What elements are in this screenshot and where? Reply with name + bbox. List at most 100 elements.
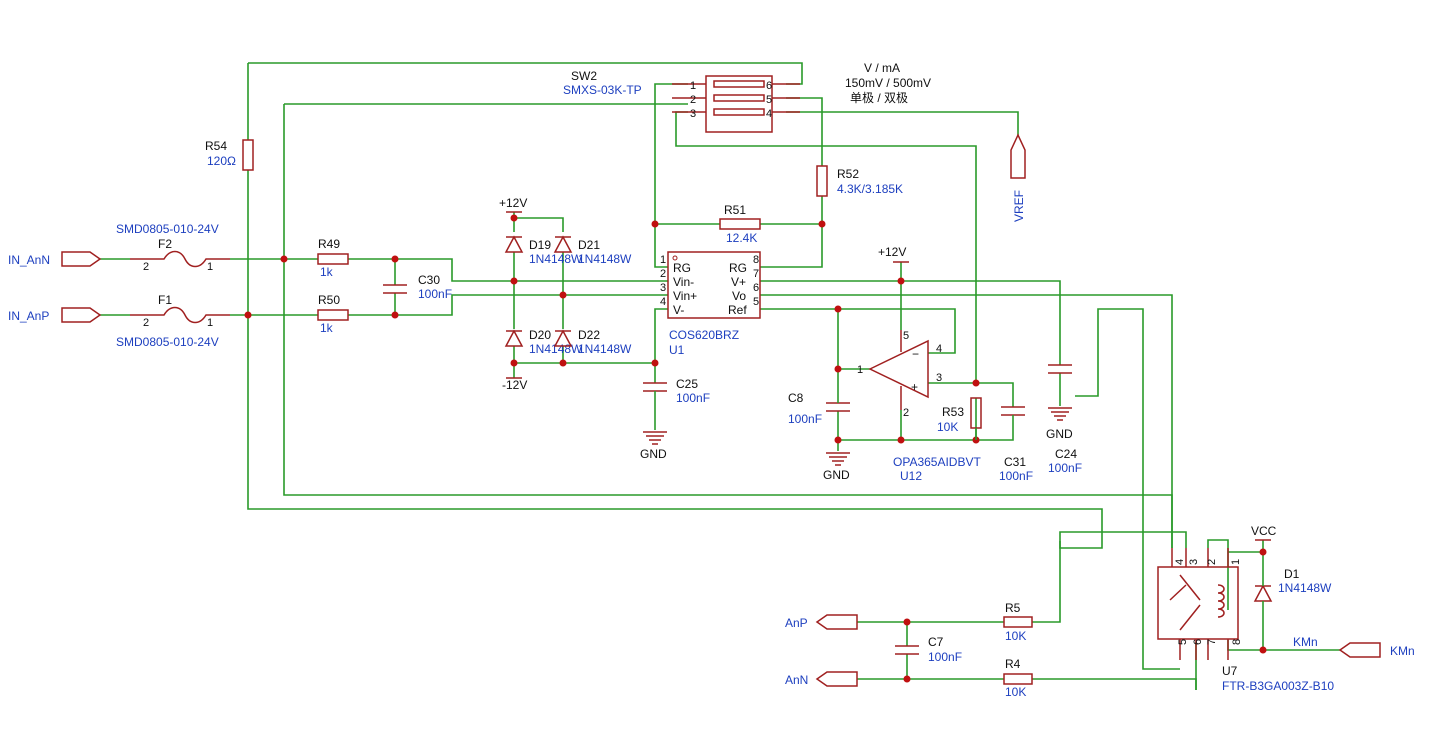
- svg-text:V-: V-: [673, 303, 684, 317]
- fuse-f2: F2 SMD0805-010-24V 2 1: [116, 222, 230, 273]
- svg-text:6: 6: [753, 282, 759, 294]
- relay-u7: 4 3 2 1 5 6 7 8 U7 FTR-B3GA003Z-B10: [1157, 548, 1334, 693]
- svg-text:D20: D20: [529, 328, 551, 342]
- power-p12-top: +12V: [499, 196, 527, 213]
- svg-text:7: 7: [753, 268, 759, 280]
- svg-text:SW2: SW2: [571, 69, 597, 83]
- ground-c24: GND: [1046, 407, 1073, 441]
- capacitor-c7: C7 100nF: [895, 635, 962, 664]
- svg-text:6: 6: [1192, 639, 1204, 645]
- svg-text:12.4K: 12.4K: [726, 231, 757, 245]
- ground-c25: GND: [640, 431, 667, 461]
- svg-text:SMXS-03K-TP: SMXS-03K-TP: [563, 83, 642, 97]
- port-in-anp: IN_AnP: [8, 307, 102, 323]
- svg-text:3: 3: [660, 282, 666, 294]
- svg-text:3: 3: [936, 372, 942, 384]
- port-vref: VREF: [1010, 133, 1026, 222]
- svg-text:+12V: +12V: [878, 245, 906, 259]
- resistor-r5: R5 10K: [1003, 601, 1033, 643]
- svg-text:2: 2: [143, 317, 149, 329]
- power-p12-opa: +12V: [878, 245, 909, 263]
- svg-text:R5: R5: [1005, 601, 1021, 615]
- port-in-ann: IN_AnN: [8, 251, 102, 267]
- svg-text:R52: R52: [837, 167, 859, 181]
- svg-text:5: 5: [766, 94, 772, 106]
- svg-text:1: 1: [207, 317, 213, 329]
- svg-text:10K: 10K: [1005, 685, 1026, 699]
- svg-text:R53: R53: [942, 405, 964, 419]
- svg-text:2: 2: [660, 268, 666, 280]
- svg-text:120Ω: 120Ω: [207, 154, 236, 168]
- svg-text:C8: C8: [788, 391, 804, 405]
- wires: [100, 62, 1340, 690]
- svg-text:RG: RG: [729, 261, 747, 275]
- svg-text:100nF: 100nF: [418, 287, 452, 301]
- svg-text:5: 5: [1177, 639, 1189, 645]
- resistor-r50: R50 1k: [317, 293, 349, 335]
- svg-text:1k: 1k: [320, 265, 334, 279]
- svg-text:F2: F2: [158, 237, 172, 251]
- capacitor-c8: C8 100nF: [788, 391, 850, 426]
- svg-text:RG: RG: [673, 261, 691, 275]
- svg-text:2: 2: [143, 261, 149, 273]
- svg-text:GND: GND: [1046, 427, 1073, 441]
- svg-text:1: 1: [207, 261, 213, 273]
- ground-c8: GND: [823, 452, 850, 482]
- svg-text:R49: R49: [318, 237, 340, 251]
- switch-sw2: SW2 SMXS-03K-TP 1 2 3 6 5 4: [563, 69, 800, 133]
- svg-text:D19: D19: [529, 238, 551, 252]
- svg-text:4: 4: [766, 108, 772, 120]
- svg-text:6: 6: [766, 80, 772, 92]
- svg-text:FTR-B3GA003Z-B10: FTR-B3GA003Z-B10: [1222, 679, 1334, 693]
- net-label-kmn: KMn: [1293, 635, 1318, 649]
- diode-d1: D1 1N4148W: [1253, 567, 1332, 605]
- svg-text:2: 2: [1206, 559, 1218, 565]
- svg-text:V+: V+: [731, 275, 746, 289]
- svg-text:R51: R51: [724, 203, 746, 217]
- svg-text:100nF: 100nF: [999, 469, 1033, 483]
- svg-text:1N4148W: 1N4148W: [1278, 581, 1332, 595]
- svg-text:R54: R54: [205, 139, 227, 153]
- svg-text:U1: U1: [669, 343, 685, 357]
- svg-text:Vo: Vo: [732, 289, 746, 303]
- svg-text:1: 1: [660, 254, 666, 266]
- svg-text:D1: D1: [1284, 567, 1300, 581]
- svg-text:4: 4: [936, 343, 942, 355]
- resistor-r51: R51 12.4K: [719, 203, 761, 245]
- svg-text:1N4148W: 1N4148W: [578, 342, 632, 356]
- svg-text:R50: R50: [318, 293, 340, 307]
- svg-text:OPA365AIDBVT: OPA365AIDBVT: [893, 455, 981, 469]
- svg-text:1: 1: [1230, 559, 1242, 565]
- svg-text:GND: GND: [823, 468, 850, 482]
- svg-text:AnP: AnP: [785, 616, 808, 630]
- port-kmn: KMn: [1338, 642, 1415, 658]
- svg-text:IN_AnP: IN_AnP: [8, 309, 49, 323]
- svg-text:100nF: 100nF: [788, 412, 822, 426]
- svg-text:COS620BRZ: COS620BRZ: [669, 328, 739, 342]
- svg-text:D22: D22: [578, 328, 600, 342]
- svg-text:+12V: +12V: [499, 196, 527, 210]
- svg-text:5: 5: [903, 330, 909, 342]
- svg-text:100nF: 100nF: [1048, 461, 1082, 475]
- capacitor-c31: C31 100nF: [999, 406, 1033, 483]
- schematic-canvas: IN_AnN IN_AnP VREF AnP AnN KMn KMn V / m…: [8, 61, 1415, 699]
- svg-text:3: 3: [690, 108, 696, 120]
- svg-text:10K: 10K: [937, 420, 958, 434]
- capacitor-c24: C24 100nF: [1048, 364, 1082, 475]
- svg-text:Vin-: Vin-: [673, 275, 694, 289]
- svg-text:100nF: 100nF: [676, 391, 710, 405]
- fuse-f1: F1 SMD0805-010-24V 2 1: [116, 293, 230, 349]
- resistor-r52: R52 4.3K/3.185K: [816, 165, 903, 197]
- svg-text:C7: C7: [928, 635, 944, 649]
- svg-text:4: 4: [660, 296, 666, 308]
- svg-text:4.3K/3.185K: 4.3K/3.185K: [837, 182, 903, 196]
- diode-d20: D20 1N4148W: [504, 328, 583, 356]
- svg-text:D21: D21: [578, 238, 600, 252]
- port-ann: AnN: [785, 671, 858, 687]
- svg-text:2: 2: [903, 407, 909, 419]
- svg-text:C30: C30: [418, 273, 440, 287]
- svg-text:10K: 10K: [1005, 629, 1026, 643]
- svg-text:+: +: [911, 380, 918, 394]
- svg-text:KMn: KMn: [1390, 644, 1415, 658]
- svg-text:单极 / 双极: 单极 / 双极: [850, 91, 908, 105]
